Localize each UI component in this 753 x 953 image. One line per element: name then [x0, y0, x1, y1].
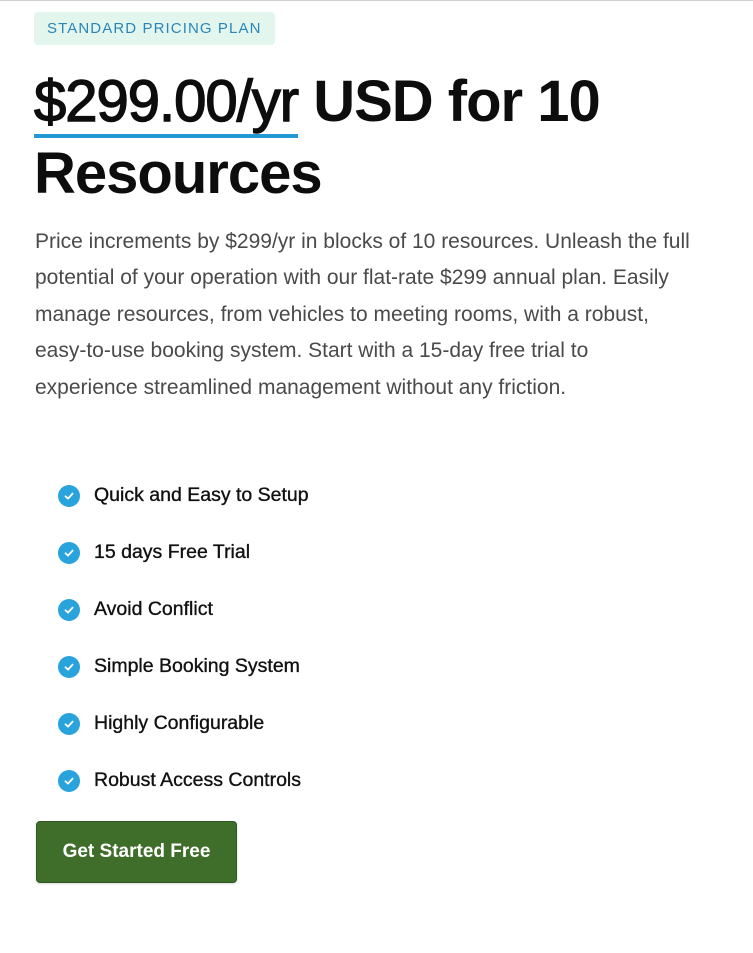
feature-item: 15 days Free Trial: [58, 524, 309, 581]
feature-item: Quick and Easy to Setup: [58, 467, 309, 524]
feature-item: Robust Access Controls: [58, 752, 309, 809]
feature-label: Avoid Conflict: [94, 598, 213, 620]
check-circle-icon: [58, 712, 80, 735]
pricing-headline: $299.00/yr USD for 10 Resources: [33, 66, 724, 210]
feature-label: Highly Configurable: [94, 712, 265, 734]
plan-description: Price increments by $299/yr in blocks of…: [35, 230, 690, 399]
feature-label: 15 days Free Trial: [94, 541, 251, 563]
get-started-button[interactable]: Get Started Free: [36, 821, 237, 883]
feature-label: Quick and Easy to Setup: [94, 484, 309, 506]
price-amount: $299.00/yr: [33, 68, 300, 138]
feature-label: Simple Booking System: [94, 655, 300, 677]
check-circle-icon: [58, 655, 80, 678]
check-circle-icon: [58, 769, 80, 792]
feature-item: Avoid Conflict: [58, 581, 309, 638]
check-circle-icon: [58, 598, 80, 621]
feature-label: Robust Access Controls: [94, 769, 302, 791]
check-circle-icon: [58, 484, 80, 507]
plan-badge: STANDARD PRICING PLAN: [34, 12, 275, 45]
feature-item: Highly Configurable: [58, 695, 309, 752]
top-divider: [0, 0, 753, 1]
feature-item: Simple Booking System: [58, 638, 309, 695]
feature-list: Quick and Easy to Setup 15 days Free Tri…: [58, 467, 309, 809]
check-circle-icon: [58, 541, 80, 564]
